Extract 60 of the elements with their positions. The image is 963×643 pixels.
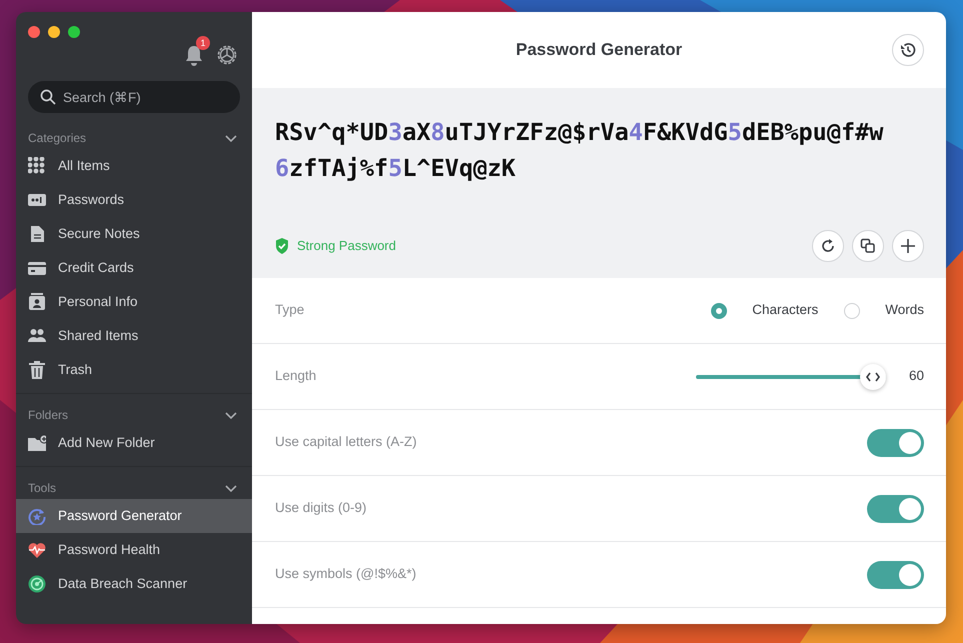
- shield-check-icon: [275, 238, 289, 254]
- length-slider[interactable]: [696, 364, 886, 390]
- search-field[interactable]: Search (⌘F): [28, 81, 240, 113]
- trash-icon: [28, 361, 46, 379]
- copy-icon: [860, 238, 876, 254]
- setting-label: Use symbols (@!$%&*): [275, 565, 416, 584]
- slider-thumb[interactable]: [860, 364, 886, 390]
- radio-label[interactable]: Words: [885, 300, 924, 321]
- toggle-switch[interactable]: [867, 560, 924, 588]
- sidebar-item[interactable]: All Items: [16, 149, 252, 183]
- password-icon: [28, 191, 46, 209]
- sidebar-item[interactable]: Credit Cards: [16, 251, 252, 285]
- setting-label: Length: [275, 367, 316, 386]
- radio-label[interactable]: Characters: [752, 300, 818, 321]
- radar-icon: [28, 575, 46, 593]
- credit-card-icon: [28, 259, 46, 277]
- section-heading: Folders: [28, 407, 68, 424]
- sidebar-item[interactable]: Personal Info: [16, 285, 252, 319]
- history-icon: [899, 41, 917, 59]
- code-arrows-icon: [866, 372, 880, 382]
- sidebar-item[interactable]: Secure Notes: [16, 217, 252, 251]
- grid-icon: [28, 157, 46, 175]
- history-button[interactable]: [892, 34, 924, 66]
- id-card-icon: [28, 293, 46, 311]
- toggle-switch[interactable]: [867, 494, 924, 522]
- sidebar-item[interactable]: Password Generator: [16, 499, 252, 533]
- sidebar-item[interactable]: Password Health: [16, 533, 252, 567]
- note-icon: [28, 225, 46, 243]
- heart-pulse-icon: [28, 541, 46, 559]
- sidebar-item[interactable]: Data Breach Scanner: [16, 567, 252, 601]
- notification-badge: 1: [196, 36, 210, 50]
- sidebar-item[interactable]: Trash: [16, 353, 252, 387]
- radio-button[interactable]: [711, 302, 728, 318]
- sidebar-item[interactable]: Shared Items: [16, 319, 252, 353]
- folder-add-icon: [28, 434, 46, 452]
- setting-label: Type: [275, 301, 304, 320]
- add-button[interactable]: [892, 230, 924, 262]
- copy-button[interactable]: [852, 230, 884, 262]
- settings-icon[interactable]: [216, 44, 238, 66]
- refresh-icon: [820, 238, 836, 254]
- bell-icon[interactable]: [184, 44, 204, 66]
- zoom-button[interactable]: [68, 26, 80, 38]
- close-button[interactable]: [28, 26, 40, 38]
- setting-label: Use digits (0-9): [275, 499, 367, 518]
- setting-label: Use capital letters (A-Z): [275, 433, 417, 452]
- plus-icon: [900, 238, 916, 254]
- strength-label: Strong Password: [297, 237, 396, 256]
- password-text: RSv^q*UD3aX8uTJYrZFz@$rVa4F&KVdG5dEB%pu@f#w 6zfTAj%f5L^EVq@zK: [275, 117, 884, 184]
- toggle-switch[interactable]: [867, 428, 924, 456]
- sidebar-item[interactable]: Passwords: [16, 183, 252, 217]
- sidebar-item[interactable]: Add New Folder: [16, 426, 252, 460]
- refresh-star-icon: [28, 507, 46, 525]
- people-icon: [28, 327, 46, 345]
- length-value: 60: [908, 367, 924, 386]
- radio-button[interactable]: [844, 302, 860, 318]
- section-heading: Tools: [28, 480, 56, 497]
- page-title: Password Generator: [516, 39, 682, 62]
- minimize-button[interactable]: [48, 26, 60, 38]
- regenerate-button[interactable]: [812, 230, 844, 262]
- section-heading: Categories: [28, 130, 86, 147]
